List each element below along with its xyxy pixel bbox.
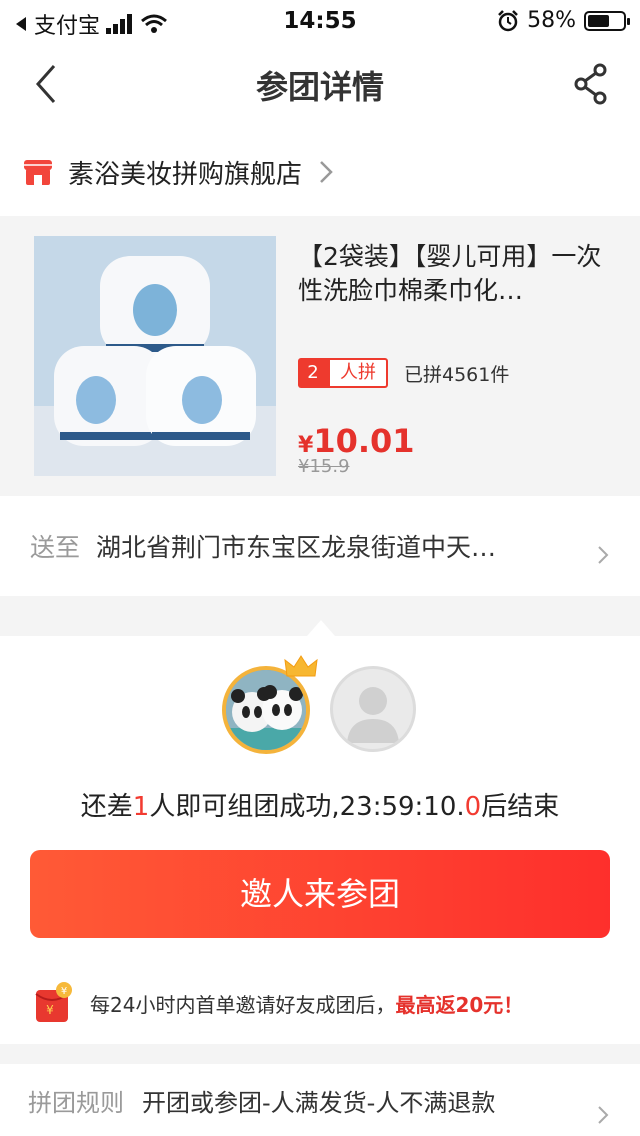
original-price: ¥15.9 <box>298 456 350 477</box>
invite-button[interactable]: 邀人来参团 <box>30 850 610 938</box>
chevron-right-icon <box>320 161 333 183</box>
missing-count: 1 <box>132 792 150 822</box>
chevron-right-icon <box>598 1106 609 1124</box>
store-row[interactable]: 素浴美妆拼购旗舰店 <box>0 128 640 216</box>
shipping-address: 湖北省荆门市东宝区龙泉街道中天… <box>96 533 497 562</box>
card-notch <box>307 620 335 636</box>
svg-text:¥: ¥ <box>61 986 67 997</box>
product-section[interactable]: 【2袋装】【婴儿可用】一次性洗脸巾棉柔巾化… 2 人拼 已拼4561件 ¥10.… <box>0 216 640 496</box>
share-button[interactable] <box>572 62 612 106</box>
store-name: 素浴美妆拼购旗舰店 <box>68 159 303 190</box>
store-icon <box>24 160 52 185</box>
currency-symbol: ¥ <box>298 433 314 458</box>
share-icon <box>574 63 607 105</box>
product-image[interactable] <box>34 236 276 476</box>
price-value: 10.01 <box>313 422 415 460</box>
rules-text: 开团或参团-人满发货-人不满退款 <box>142 1088 496 1117</box>
sold-count: 已拼4561件 <box>404 363 510 386</box>
group-card: 还差1人即可组团成功,23:59:10.0后结束 邀人来参团 ¥ ¥ 每24小时… <box>0 620 640 1044</box>
group-status: 还差1人即可组团成功,23:59:10.0后结束 <box>0 786 640 823</box>
rules-row[interactable]: 拼团规则 开团或参团-人满发货-人不满退款 <box>0 1064 640 1136</box>
group-info: 2 人拼 已拼4561件 <box>298 358 509 388</box>
shipping-row[interactable]: 送至 湖北省荆门市东宝区龙泉街道中天… <box>0 496 640 596</box>
group-label-badge: 人拼 <box>328 358 388 388</box>
empty-avatar <box>330 666 416 752</box>
svg-text:¥: ¥ <box>46 1003 54 1017</box>
shipping-label: 送至 <box>30 533 81 562</box>
status-bar: 支付宝 14:55 58% <box>0 0 640 42</box>
product-photo-icon <box>34 236 276 476</box>
red-envelope-icon: ¥ ¥ <box>35 982 72 1022</box>
alarm-icon <box>498 9 518 31</box>
crown-icon <box>284 655 318 677</box>
panda-avatar-icon <box>226 670 306 750</box>
price: ¥10.01 <box>298 422 415 460</box>
nav-bar: 参团详情 <box>0 42 640 128</box>
countdown-tenths: 0 <box>464 792 482 822</box>
chevron-right-icon <box>598 546 609 564</box>
promo-main: 每24小时内首单邀请好友成团后， <box>90 992 396 1017</box>
promo-highlight: 最高返20元！ <box>395 992 524 1017</box>
promo-text: 每24小时内首单邀请好友成团后，最高返20元！ <box>90 989 523 1018</box>
status-suffix: 后结束 <box>481 792 560 822</box>
page-title: 参团详情 <box>255 68 384 106</box>
battery-icon <box>584 10 630 31</box>
promo-banner[interactable]: ¥ ¥ 每24小时内首单邀请好友成团后，最高返20元！ <box>30 980 523 1026</box>
product-title: 【2袋装】【婴儿可用】一次性洗脸巾棉柔巾化… <box>298 242 602 305</box>
group-size-badge: 2 <box>298 358 328 388</box>
status-bar-right: 58% <box>497 8 630 33</box>
status-middle: 人即可组团成功,23:59:10. <box>149 792 465 822</box>
user-placeholder-icon <box>347 687 399 743</box>
battery-percent: 58% <box>527 8 576 33</box>
status-prefix: 还差 <box>80 792 133 822</box>
rules-label: 拼团规则 <box>28 1088 124 1117</box>
